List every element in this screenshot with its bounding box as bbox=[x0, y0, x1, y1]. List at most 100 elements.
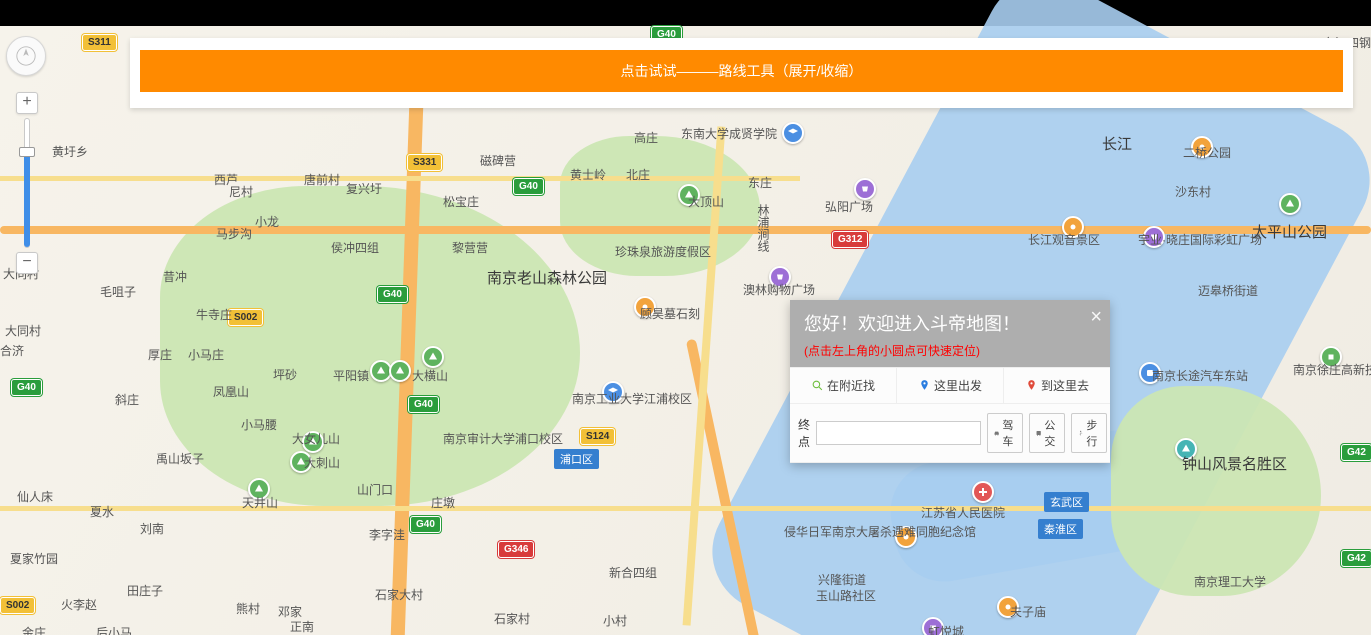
shield-g40-b: G40 bbox=[377, 286, 408, 303]
zoom-slider-track[interactable] bbox=[24, 118, 30, 248]
district-qinhuai: 秦淮区 bbox=[1038, 519, 1083, 539]
zoom-slider-handle[interactable] bbox=[19, 147, 35, 157]
zoom-in-button[interactable]: + bbox=[16, 92, 38, 114]
pin-red-icon bbox=[1025, 379, 1038, 392]
zoom-slider-fill bbox=[24, 153, 30, 247]
label-jiangsuhosp: 江苏省人民医院 bbox=[921, 504, 1005, 521]
label-xilu: 西芦 bbox=[214, 171, 238, 188]
label-yushanshe: 玉山路社区 bbox=[816, 587, 876, 604]
tab-from-here[interactable]: 这里出发 bbox=[897, 368, 1004, 404]
label-xiongcun: 熊村 bbox=[236, 600, 260, 617]
label-changjiang: 长江 bbox=[1102, 133, 1132, 154]
tab-to-here-label: 到这里去 bbox=[1041, 377, 1089, 394]
welcome-info-panel: 您好！欢迎进入斗帝地图！ (点击左上角的小圆点可快速定位) × 在附近找 这里出… bbox=[790, 300, 1110, 463]
mode-drive-label: 驾车 bbox=[1002, 417, 1017, 449]
label-dnE: 大女儿山 bbox=[292, 430, 340, 447]
mode-walk-label: 步行 bbox=[1086, 417, 1101, 449]
label-huolz: 火李赵 bbox=[61, 596, 97, 613]
label-njgydx: 南京工业大学江浦校区 bbox=[572, 390, 692, 407]
road-secondary-1 bbox=[0, 176, 800, 181]
shield-g40-a: G40 bbox=[513, 178, 544, 195]
label-houchong: 侯冲四组 bbox=[331, 239, 379, 256]
label-changjiangview: 长江观音景区 bbox=[1028, 231, 1100, 248]
label-xielv: 石家大村 bbox=[375, 586, 423, 603]
label-xmy: 小马腰 bbox=[241, 416, 277, 433]
mode-drive-button[interactable]: 驾车 bbox=[987, 413, 1023, 453]
poi-daheng-icon[interactable] bbox=[422, 346, 444, 368]
label-fenghuang: 凤凰山 bbox=[213, 383, 249, 400]
shield-g312: G312 bbox=[832, 231, 868, 248]
label-njsjdx: 南京审计大学浦口校区 bbox=[443, 430, 563, 447]
label-xiaomazhuang: 小马庄 bbox=[188, 346, 224, 363]
label-taiping: 太平山公园 bbox=[1252, 221, 1327, 242]
info-panel-subtitle: (点击左上角的小圆点可快速定位) bbox=[804, 342, 1096, 359]
route-tool-toggle[interactable]: 点击试试———路线工具（展开/收缩） bbox=[140, 50, 1343, 92]
poi-pingyang-icon2[interactable] bbox=[389, 360, 411, 382]
label-fuxing: 复兴圩 bbox=[346, 180, 382, 197]
label-maoy: 毛咀子 bbox=[100, 283, 136, 300]
shield-g40-c: G40 bbox=[11, 379, 42, 396]
route-end-label: 终点 bbox=[798, 416, 810, 450]
poi-hospital-icon[interactable] bbox=[972, 481, 994, 503]
label-shadong: 沙东村 bbox=[1175, 183, 1211, 200]
shield-s311: S311 bbox=[82, 34, 117, 51]
route-input-row: 终点 驾车 公交 步行 bbox=[790, 404, 1110, 463]
road-secondary-2 bbox=[0, 506, 1371, 511]
label-xinhe: 新合四组 bbox=[609, 564, 657, 581]
info-panel-tabs: 在附近找 这里出发 到这里去 bbox=[790, 367, 1110, 404]
map-canvas[interactable]: S311 S331 G40 G40 G40 G40 G40 G40 G312 G… bbox=[0, 26, 1371, 635]
label-zhenzhuquan: 珍珠泉旅游度假区 bbox=[615, 243, 711, 260]
label-xiashui: 夏水 bbox=[90, 503, 114, 520]
destination-input[interactable] bbox=[816, 421, 981, 445]
label-tianjing: 天井山 bbox=[242, 494, 278, 511]
label-guhao: 顾昊墓石刻 bbox=[640, 305, 700, 322]
label-xinglong: 兴隆街道 bbox=[818, 571, 866, 588]
label-aolin: 澳林购物广场 bbox=[743, 281, 815, 298]
label-shijia: 石家村 bbox=[494, 610, 530, 627]
district-pukou: 浦口区 bbox=[554, 449, 599, 469]
label-heji: 合济 bbox=[0, 342, 24, 359]
route-tool-panel: 点击试试———路线工具（展开/收缩） bbox=[130, 38, 1353, 108]
poi-dongnan-icon[interactable] bbox=[782, 122, 804, 144]
label-houxm: 后小马 bbox=[96, 624, 132, 635]
shield-g42-c: G42 bbox=[1341, 444, 1371, 461]
label-mabugou: 马步沟 bbox=[216, 225, 252, 242]
tab-to-here[interactable]: 到这里去 bbox=[1004, 368, 1110, 404]
label-liunan: 刘南 bbox=[140, 520, 164, 537]
label-zhuqian: 庄墩 bbox=[431, 494, 455, 511]
shield-s002-b: S002 bbox=[0, 597, 35, 614]
shield-g42-a: G42 bbox=[1341, 550, 1371, 567]
window-top-bar bbox=[0, 0, 1371, 26]
shield-s124: S124 bbox=[580, 428, 615, 445]
label-hongyue: 虹悦城 bbox=[928, 623, 964, 635]
mode-transit-button[interactable]: 公交 bbox=[1029, 413, 1065, 453]
label-laoshan: 南京老山森林公园 bbox=[487, 267, 607, 288]
label-daci: 大刺山 bbox=[304, 454, 340, 471]
info-panel-title: 您好！欢迎进入斗帝地图！ bbox=[804, 310, 1096, 336]
label-xiezhuang: 斜庄 bbox=[115, 391, 139, 408]
label-paibei: 磁碑营 bbox=[480, 152, 516, 169]
label-yushan: 禹山坂子 bbox=[156, 450, 204, 467]
park-zhongshan bbox=[1111, 386, 1321, 596]
label-dongnan: 东南大学成贤学院 bbox=[681, 125, 777, 142]
label-xiaocun: 小村 bbox=[603, 612, 627, 629]
poi-taiping-icon[interactable] bbox=[1279, 193, 1301, 215]
poi-hongyang-icon[interactable] bbox=[854, 178, 876, 200]
compass-control[interactable] bbox=[6, 36, 46, 76]
shield-g40-e: G40 bbox=[410, 516, 441, 533]
label-xiaolong: 小龙 bbox=[255, 213, 279, 230]
mode-transit-label: 公交 bbox=[1044, 417, 1059, 449]
shield-g346: G346 bbox=[498, 541, 534, 558]
zoom-out-button[interactable]: − bbox=[16, 252, 38, 274]
close-icon[interactable]: × bbox=[1090, 306, 1102, 329]
label-dading: 大顶山 bbox=[688, 193, 724, 210]
label-beizhuang: 北庄 bbox=[626, 166, 650, 183]
label-pingyang: 平阳镇 bbox=[333, 367, 369, 384]
label-zhongshan: 钟山风景名胜区 bbox=[1182, 453, 1287, 474]
search-icon bbox=[811, 379, 824, 392]
mode-walk-button[interactable]: 步行 bbox=[1071, 413, 1107, 453]
tab-nearby[interactable]: 在附近找 bbox=[790, 368, 897, 404]
label-niu: 牛寺庄 bbox=[196, 306, 232, 323]
label-jinzhuang: 金庄 bbox=[22, 624, 46, 635]
label-gaozhuang: 高庄 bbox=[634, 129, 658, 146]
